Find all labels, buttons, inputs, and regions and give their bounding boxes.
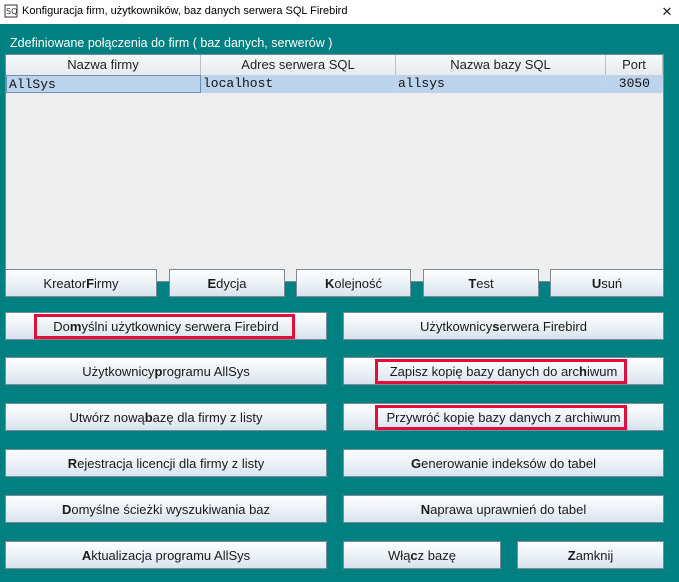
label-part: amknij [575, 547, 614, 563]
label-part: azę dla firmy z listy [152, 409, 263, 425]
mnemonic-key: A [81, 547, 92, 563]
close-icon: ✕ [661, 4, 673, 19]
column-header-database-name[interactable]: Nazwa bazy SQL [396, 55, 606, 75]
label-part: irmy [94, 275, 119, 291]
mnemonic-key: Z [567, 547, 576, 563]
mnemonic-key: E [207, 275, 217, 291]
label-part: dycja [216, 275, 247, 291]
test-button[interactable]: Test [423, 269, 539, 297]
label-part: enerowanie indeksów do tabel [421, 455, 597, 471]
generate-indexes-button[interactable]: Generowanie indeksów do tabel [343, 449, 664, 477]
column-header-server-address[interactable]: Adres serwera SQL [201, 55, 396, 75]
main-panel: Zdefiniowane połączenia do firm ( baz da… [0, 24, 679, 582]
label-part: omyślne ścieżki wyszukiwania baz [71, 501, 271, 517]
default-search-paths-button[interactable]: Domyślne ścieżki wyszukiwania baz [5, 495, 327, 523]
column-header-port[interactable]: Port [606, 55, 663, 75]
allsys-program-users-button[interactable]: Użytkownicy p rogramu AllSys [5, 357, 327, 385]
window-title: Konfiguracja firm, użytkowników, baz dan… [22, 5, 348, 17]
firebird-server-users-button[interactable]: Użytkownicy s erwera Firebird [343, 312, 664, 340]
label-part: Przywróć kopię bazy danych z archiwum [386, 409, 621, 425]
mnemonic-key: R [67, 455, 78, 471]
repair-permissions-button[interactable]: Naprawa uprawnień do tabel [343, 495, 664, 523]
app-icon: SQ [4, 4, 18, 18]
update-program-button[interactable]: Aktualizacja programu AllSys [5, 541, 327, 569]
mnemonic-key: G [410, 455, 422, 471]
mnemonic-key: m [69, 318, 82, 334]
mnemonic-key: U [591, 275, 602, 291]
mnemonic-key: K [324, 275, 335, 291]
delete-button[interactable]: Usuń [550, 269, 664, 297]
attach-database-button[interactable]: Włą c z bazę [343, 541, 501, 569]
label-part: Użytkownicy [420, 318, 493, 334]
mnemonic-key: D [61, 501, 72, 517]
label-part: Kreator [43, 275, 87, 291]
label-part: iwum [586, 363, 618, 379]
backup-database-button[interactable]: Zapisz kopię bazy danych do arc h iwum [343, 357, 664, 385]
order-button[interactable]: Kolejność [296, 269, 411, 297]
mnemonic-key: b [144, 409, 153, 425]
mnemonic-key: N [420, 501, 431, 517]
label-part: suń [601, 275, 623, 291]
label-part: ejestracja licencji dla firmy z listy [77, 455, 265, 471]
table-row[interactable]: AllSys localhost allsys 3050 [6, 75, 663, 93]
mnemonic-key: s [492, 318, 500, 334]
label-part: rogramu AllSys [162, 363, 250, 379]
label-part: erwera Firebird [499, 318, 587, 334]
mnemonic-key: p [154, 363, 163, 379]
mnemonic-key: F [86, 275, 95, 291]
license-registration-button[interactable]: Rejestracja licencji dla firmy z listy [5, 449, 327, 477]
label-part: z bazę [417, 547, 456, 563]
connections-table: Nazwa firmy Adres serwera SQL Nazwa bazy… [5, 54, 664, 282]
title-bar: SQ Konfiguracja firm, użytkowników, baz … [0, 0, 679, 24]
restore-database-button[interactable]: Przywróć kopię bazy danych z archiwum [343, 403, 664, 431]
cell-server-address[interactable]: localhost [201, 75, 396, 93]
label-part: yślni użytkownicy serwera Firebird [81, 318, 279, 334]
column-header-company-name[interactable]: Nazwa firmy [6, 55, 201, 75]
svg-text:SQ: SQ [6, 7, 17, 16]
label-part: olejność [334, 275, 383, 291]
table-header: Nazwa firmy Adres serwera SQL Nazwa bazy… [6, 55, 663, 75]
mnemonic-key: h [579, 363, 587, 379]
cell-company-name[interactable]: AllSys [6, 75, 201, 93]
mnemonic-key: T [468, 275, 477, 291]
label-part: ktualizacja programu AllSys [91, 547, 251, 563]
close-button[interactable]: ✕ [655, 0, 679, 24]
label-part: Do [53, 318, 70, 334]
mnemonic-key: c [410, 547, 418, 563]
close-window-button[interactable]: Zamknij [517, 541, 664, 569]
label-part: Utwórz nową [69, 409, 145, 425]
edit-button[interactable]: Edycja [169, 269, 285, 297]
label-part: est [476, 275, 494, 291]
label-part: Włą [388, 547, 411, 563]
default-firebird-users-button[interactable]: Do m yślni użytkownicy serwera Firebird [5, 312, 327, 340]
label-part: Użytkownicy [82, 363, 155, 379]
cell-database-name[interactable]: allsys [396, 75, 606, 93]
company-wizard-button[interactable]: Kreator Firmy [5, 269, 157, 297]
label-part: Zapisz kopię bazy danych do arc [389, 363, 580, 379]
cell-port[interactable]: 3050 [606, 75, 663, 93]
create-new-database-button[interactable]: Utwórz nową b azę dla firmy z listy [5, 403, 327, 431]
connections-group-label: Zdefiniowane połączenia do firm ( baz da… [10, 36, 333, 50]
label-part: aprawa uprawnień do tabel [430, 501, 587, 517]
